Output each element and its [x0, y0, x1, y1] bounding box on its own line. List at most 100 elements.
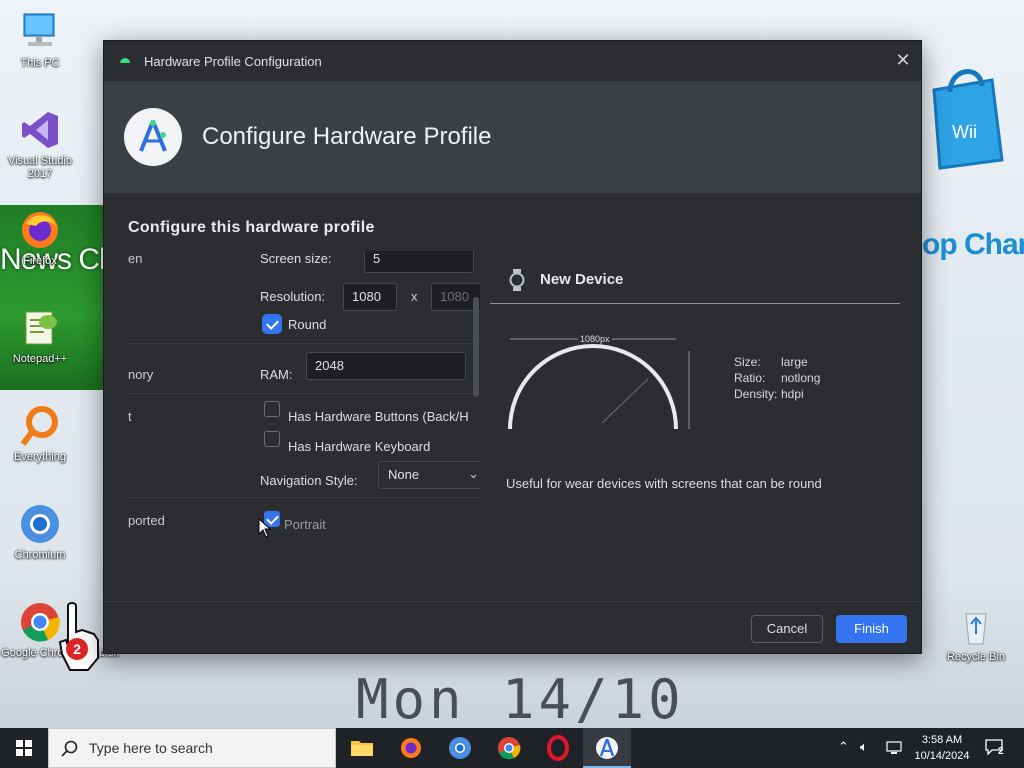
desktop-icon-label: Recycle Bin	[946, 651, 1006, 663]
section-divider	[128, 343, 480, 344]
device-description: Useful for wear devices with screens tha…	[506, 476, 822, 491]
android-icon	[120, 58, 130, 63]
notification-count: 2	[998, 746, 1004, 757]
desktop-icon-label: Chromium	[14, 549, 66, 561]
magnifier-icon	[18, 404, 62, 448]
category-input: t	[128, 409, 132, 424]
profile-form-pane[interactable]: en Screen size: 5 Resolution: 1080 x 108…	[128, 251, 480, 533]
finish-button[interactable]: Finish	[836, 615, 907, 643]
dialog-titlebar[interactable]: Hardware Profile Configuration ✕	[104, 41, 921, 81]
close-icon[interactable]: ✕	[893, 51, 913, 71]
opera-icon	[547, 735, 569, 761]
hardware-buttons-checkbox[interactable]	[264, 401, 280, 417]
category-screen: en	[128, 251, 143, 266]
visual-studio-icon	[18, 108, 62, 152]
chevron-down-icon: ⌄	[468, 466, 479, 481]
dialog-header: Configure Hardware Profile	[104, 81, 921, 193]
dialog-footer: Cancel Finish	[104, 601, 921, 653]
resolution-label: Resolution:	[260, 289, 326, 304]
taskbar-app-opera[interactable]	[534, 728, 582, 768]
portrait-label: Portrait	[284, 517, 326, 532]
taskbar-app-android-studio[interactable]	[583, 728, 631, 768]
taskbar-app-chromium[interactable]	[436, 728, 484, 768]
navigation-style-value: None	[388, 467, 420, 482]
chromium-icon	[449, 737, 471, 759]
firefox-icon	[401, 738, 421, 758]
resolution-width-input[interactable]: 1080	[343, 283, 397, 311]
desktop-icon-label: This PC	[20, 57, 60, 69]
spec-row: Density: hdpi	[734, 387, 804, 401]
section-divider	[128, 497, 480, 498]
hardware-keyboard-label: Has Hardware Keyboard	[288, 439, 431, 454]
clock-date: 10/14/2024	[914, 750, 970, 762]
navigation-style-select[interactable]: None ⌄	[378, 461, 480, 489]
desktop-icon-everything[interactable]: Everything	[0, 404, 80, 464]
desktop-icon-firefox[interactable]: Firefox	[0, 208, 80, 268]
ram-input[interactable]: 2048	[306, 352, 466, 380]
shopping-bag-icon: Wii	[932, 69, 1004, 170]
network-icon[interactable]	[886, 740, 902, 756]
navigation-style-label: Navigation Style:	[260, 473, 358, 488]
round-label: Round	[288, 317, 327, 332]
category-supported-orientations: ported	[128, 513, 165, 528]
folder-icon	[351, 741, 373, 756]
recycle-bin-icon	[954, 604, 998, 648]
resolution-separator: x	[411, 289, 418, 304]
hand-cursor-icon: 2	[58, 602, 102, 674]
desktop-icon-this-pc[interactable]: This PC	[0, 10, 80, 70]
chrome-icon	[498, 737, 521, 760]
section-divider	[128, 393, 480, 394]
tutorial-badge: 2	[66, 638, 88, 660]
clock-time: 3:58 AM	[921, 734, 963, 746]
spec-row: Size: large	[734, 355, 808, 369]
screen-size-input[interactable]: 5	[364, 251, 474, 273]
desktop-icon-recycle-bin[interactable]: Recycle Bin	[936, 604, 1016, 664]
notepad-plus-plus-icon	[18, 306, 62, 350]
desktop-icon-label: Notepad++	[12, 353, 68, 365]
notification-center-button[interactable]: 2	[980, 728, 1024, 768]
desktop-icon-label: Firefox	[23, 255, 57, 267]
dialog-body: Configure this hardware profile en Scree…	[104, 193, 921, 602]
search-icon	[61, 740, 78, 757]
ram-label: RAM:	[260, 367, 293, 382]
android-studio-logo-icon	[124, 108, 182, 166]
system-tray: ⌃ 🔈︎	[836, 728, 906, 768]
taskbar-app-firefox[interactable]	[387, 728, 435, 768]
taskbar-search-box[interactable]: Type here to search	[48, 728, 336, 768]
mouse-pointer-icon	[258, 518, 272, 538]
desktop-icon-notepad-plus-plus[interactable]: Notepad++	[0, 306, 80, 366]
vertical-scrollbar[interactable]	[473, 297, 479, 397]
search-placeholder: Type here to search	[89, 740, 213, 756]
device-preview-panel: New Device 1080px Size: large Ratio: notlo…	[490, 251, 900, 511]
screen-size-label: Screen size:	[260, 251, 332, 266]
svg-text:Wii: Wii	[952, 122, 977, 142]
wallpaper-channel-text: op Channe	[922, 228, 1024, 261]
taskbar-app-chrome[interactable]	[485, 728, 533, 768]
hardware-keyboard-checkbox[interactable]	[264, 431, 280, 447]
taskbar-app-file-explorer[interactable]	[338, 728, 386, 768]
cancel-button[interactable]: Cancel	[751, 615, 823, 643]
device-specs: Size: large Ratio: notlong Density: hdpi	[734, 355, 820, 403]
section-title: Configure this hardware profile	[128, 219, 375, 236]
android-studio-icon	[596, 737, 618, 759]
taskbar: Type here to search ⌃ 🔈︎ 3:58 AM 10/14/2…	[0, 728, 1024, 768]
round-checkbox[interactable]	[264, 316, 280, 332]
dialog-title: Hardware Profile Configuration	[144, 53, 322, 69]
windows-logo-icon	[16, 740, 32, 756]
hardware-profile-dialog: Hardware Profile Configuration ✕ Configu…	[103, 40, 922, 654]
page-title: Configure Hardware Profile	[202, 123, 492, 150]
volume-icon[interactable]: 🔈︎	[860, 739, 868, 755]
desktop-icon-chromium[interactable]: Chromium	[0, 502, 80, 562]
device-name: New Device	[540, 271, 624, 288]
desktop-icon-visual-studio[interactable]: Visual Studio 2017	[0, 108, 80, 181]
firefox-icon	[18, 208, 62, 252]
start-button[interactable]	[0, 728, 48, 768]
wallpaper-date: Mon 14/10	[356, 668, 685, 728]
preview-divider	[490, 303, 900, 304]
category-memory: nory	[128, 367, 154, 382]
taskbar-clock[interactable]: 3:58 AM 10/14/2024	[907, 732, 977, 764]
spec-row: Ratio: notlong	[734, 371, 821, 385]
wallpaper-shop-channel: Wii op Channe	[922, 60, 1024, 261]
chevron-up-icon[interactable]: ⌃	[838, 739, 849, 755]
desktop-icon-label: Visual Studio 2017	[7, 155, 72, 180]
